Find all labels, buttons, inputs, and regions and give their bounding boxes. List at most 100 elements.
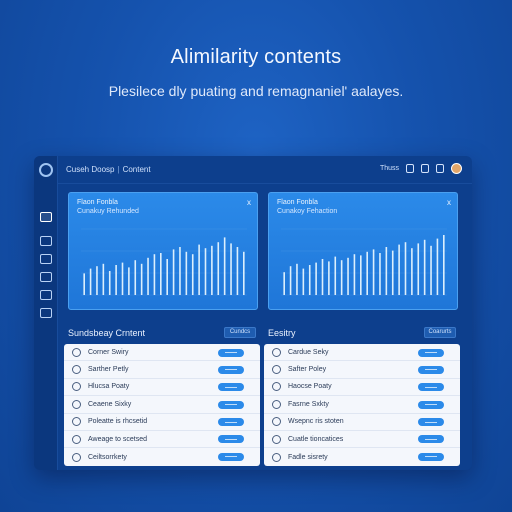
hero-subtitle: Plesilece dly puating and remagnaniel' a… — [108, 83, 404, 99]
refresh-icon — [272, 399, 281, 409]
chart-bar — [379, 253, 381, 295]
list-item-label: Fadle sisrety — [288, 453, 328, 461]
toggle-switch[interactable] — [218, 365, 244, 374]
list-item-label: Corner Swiry — [88, 348, 129, 356]
toggle-switch[interactable] — [218, 435, 244, 444]
panel-left: Sundsbeay Crntent Cundcs Corner Swiry Sar… — [64, 324, 260, 466]
sidebar-item-users-icon[interactable] — [40, 254, 52, 264]
list-item[interactable]: Poleatte is rhcsetid — [64, 414, 260, 431]
breadcrumb-app[interactable]: Cuseh Doosp — [66, 165, 114, 174]
chart-bar — [172, 249, 175, 295]
list-item-label: Cardue Seky — [288, 348, 329, 356]
toggle-switch[interactable] — [418, 348, 444, 357]
toggle-switch[interactable] — [418, 452, 444, 461]
close-icon[interactable]: x — [247, 198, 251, 207]
toggle-switch[interactable] — [418, 435, 444, 444]
list-item[interactable]: Sarther Petly — [64, 361, 260, 379]
hero-title: Alimilarity contents — [170, 46, 342, 68]
list-item-label: Ceaene Sixky — [88, 400, 132, 408]
toggle-switch[interactable] — [218, 383, 244, 392]
chart-bar — [340, 260, 343, 295]
toggle-switch[interactable] — [418, 418, 444, 427]
chart-bar — [134, 260, 137, 295]
search-icon[interactable] — [421, 164, 429, 173]
list-item[interactable]: Aweage to scetsed — [64, 431, 260, 449]
breadcrumb-section[interactable]: Content — [123, 165, 151, 174]
notification-icon[interactable] — [406, 164, 414, 173]
panel-action-button[interactable]: Cundcs — [224, 327, 256, 338]
edit-icon — [72, 417, 81, 427]
settings-icon — [272, 347, 281, 357]
panel-right: Eesitry Coarurts Cardue Seky Safter Poley… — [264, 324, 460, 466]
panel-rows: Corner Swiry Sarther Petly Hlucsa Poaty Cea… — [64, 344, 260, 466]
toggle-switch[interactable] — [218, 400, 244, 409]
list-item[interactable]: Ceaene Sixky — [64, 396, 260, 414]
file-icon — [72, 382, 81, 392]
chart-bar — [347, 257, 349, 295]
list-item[interactable]: Ceiltsorrkety — [64, 448, 260, 465]
chart-bar — [321, 259, 324, 295]
settings-icon[interactable] — [436, 164, 444, 173]
chart-bar — [115, 265, 117, 295]
sidebar-item-settings-icon[interactable] — [40, 308, 52, 318]
chart-bar — [391, 250, 394, 295]
panel-title: Eesitry — [268, 328, 296, 338]
sidebar-item-dashboard-icon[interactable] — [40, 212, 52, 222]
chart-bar — [353, 254, 356, 295]
file-icon — [272, 382, 281, 392]
toggle-switch[interactable] — [218, 452, 244, 461]
toggle-switch[interactable] — [218, 418, 244, 427]
list-item[interactable]: Cardue Seky — [264, 344, 460, 362]
list-item-label: Safter Poley — [288, 366, 327, 374]
list-item[interactable]: Wsepnc ris stoten — [264, 414, 460, 431]
chart-bar — [308, 265, 311, 295]
chart-card-right: Flaon Fonbla Cunakoy Fehaction x — [268, 192, 458, 310]
list-item-label: Haocse Poaty — [288, 383, 332, 391]
chart-bar — [179, 247, 181, 295]
chart-bar — [315, 262, 317, 295]
list-item[interactable]: Cuatle tioncatices — [264, 431, 460, 449]
panel-title: Sundsbeay Crntent — [68, 328, 146, 338]
list-item-label: Aweage to scetsed — [88, 435, 148, 443]
settings-icon — [72, 452, 81, 462]
toggle-switch[interactable] — [418, 383, 444, 392]
edit-icon — [72, 434, 81, 444]
logo-icon[interactable] — [39, 163, 53, 177]
toggle-switch[interactable] — [418, 400, 444, 409]
refresh-icon — [72, 365, 81, 375]
panel-rows: Cardue Seky Safter Poley Haocse Poaty Fasrn… — [264, 344, 460, 466]
chart-bar — [436, 238, 439, 295]
list-item-label: Fasrne Sxkty — [288, 400, 329, 408]
avatar[interactable] — [451, 163, 462, 174]
list-item[interactable]: Haocse Poaty — [264, 379, 460, 397]
list-item-label: Ceiltsorrkety — [88, 453, 127, 461]
chart-bar — [198, 244, 200, 295]
list-item[interactable]: Safter Poley — [264, 361, 460, 379]
panel-action-button[interactable]: Coarurts — [424, 327, 456, 338]
list-item[interactable]: Corner Swiry — [64, 344, 260, 362]
chart-bar — [289, 266, 292, 295]
chart-bar — [160, 253, 162, 295]
sidebar-item-notifications-icon[interactable] — [40, 236, 52, 246]
chart-bar — [385, 247, 388, 295]
chart-bar — [153, 254, 156, 295]
chart-bar — [302, 268, 305, 295]
chart-bar — [147, 257, 149, 295]
chart-bar — [191, 254, 194, 295]
chart-bar — [372, 249, 375, 295]
chart-bar — [360, 255, 362, 295]
sidebar-item-files-icon[interactable] — [40, 272, 52, 282]
toggle-switch[interactable] — [218, 348, 244, 357]
chart-bar — [89, 268, 92, 295]
settings-icon — [72, 347, 81, 357]
close-icon[interactable]: x — [447, 198, 451, 207]
chart-bar — [204, 248, 207, 295]
list-item[interactable]: Fasrne Sxkty — [264, 396, 460, 414]
list-item[interactable]: Hlucsa Poaty — [64, 379, 260, 397]
list-item[interactable]: Fadle sisrety — [264, 448, 460, 465]
toggle-switch[interactable] — [418, 365, 444, 374]
sidebar-item-search-icon[interactable] — [40, 290, 52, 300]
topbar-text[interactable]: Thuss — [380, 165, 399, 172]
chart-bar — [102, 263, 105, 295]
chart-bar — [404, 242, 407, 295]
